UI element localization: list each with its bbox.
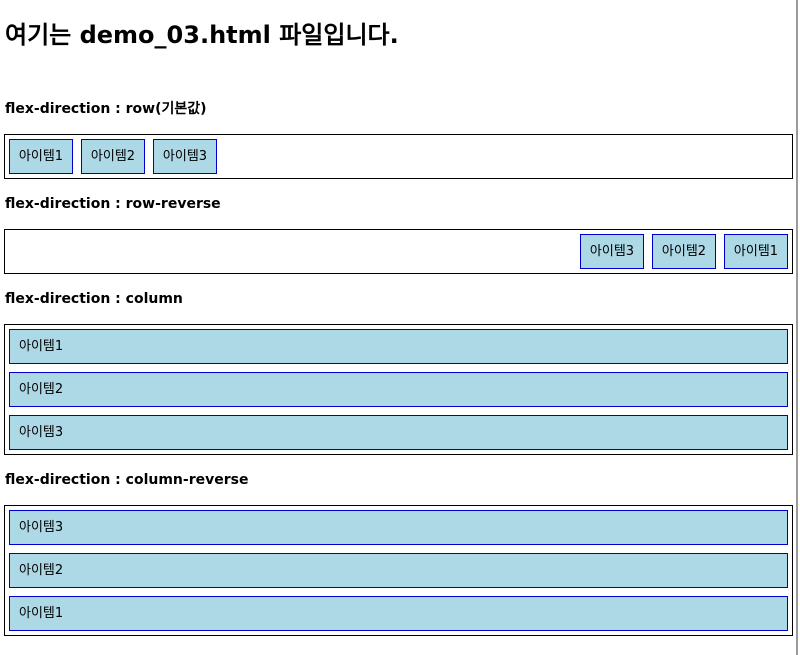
- flex-container-row: 아이템1 아이템2 아이템3: [4, 134, 793, 179]
- flex-item-2: 아이템2: [652, 234, 716, 269]
- section-title-column-reverse: flex-direction : column-reverse: [5, 472, 249, 488]
- flex-item-2: 아이템2: [9, 553, 788, 588]
- flex-item-2: 아이템2: [81, 139, 145, 174]
- flex-item-3: 아이템3: [9, 415, 788, 450]
- section-title-row-reverse: flex-direction : row-reverse: [5, 196, 221, 212]
- section-title-column: flex-direction : column: [5, 291, 183, 307]
- flex-item-1: 아이템1: [9, 329, 788, 364]
- flex-item-3: 아이템3: [580, 234, 644, 269]
- flex-container-column-reverse: 아이템1 아이템2 아이템3: [4, 505, 793, 636]
- flex-container-row-reverse: 아이템1 아이템2 아이템3: [4, 229, 793, 274]
- flex-item-1: 아이템1: [724, 234, 788, 269]
- flex-item-1: 아이템1: [9, 596, 788, 631]
- flex-item-3: 아이템3: [9, 510, 788, 545]
- flex-item-1: 아이템1: [9, 139, 73, 174]
- page: 여기는 demo_03.html 파일입니다. flex-direction :…: [0, 0, 798, 655]
- page-heading: 여기는 demo_03.html 파일입니다.: [5, 21, 399, 49]
- flex-container-column: 아이템1 아이템2 아이템3: [4, 324, 793, 455]
- section-title-row: flex-direction : row(기본값): [5, 101, 207, 117]
- flex-item-3: 아이템3: [153, 139, 217, 174]
- flex-item-2: 아이템2: [9, 372, 788, 407]
